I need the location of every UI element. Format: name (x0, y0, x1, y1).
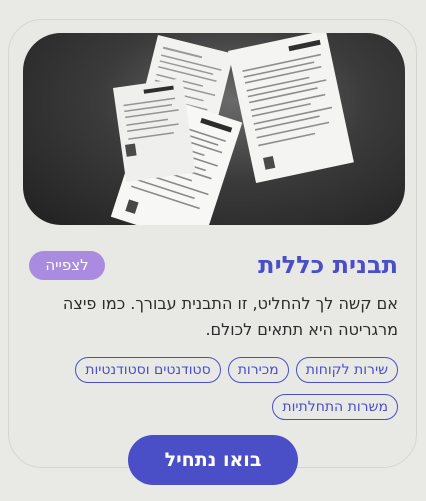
tag-entry-level[interactable]: משרות התחלתיות (272, 394, 398, 420)
template-card[interactable]: לצפייה תבנית כללית אם קשה לך להחליט, זו … (8, 19, 417, 485)
view-button[interactable]: לצפייה (29, 251, 105, 280)
template-preview-image (23, 33, 405, 225)
tag-list: שירות לקוחות מכירות סטודנטים וסטודנטיות … (48, 357, 398, 420)
tag-sales[interactable]: מכירות (227, 357, 289, 383)
tag-customer-service[interactable]: שירות לקוחות (295, 357, 398, 383)
tag-students[interactable]: סטודנטים וסטודנטיות (75, 357, 221, 383)
start-button[interactable]: בואו נתחיל (128, 435, 298, 485)
template-description: אם קשה לך להחליט, זו התבנית עבורך. כמו פ… (62, 294, 398, 339)
template-title: תבנית כללית (258, 251, 398, 279)
